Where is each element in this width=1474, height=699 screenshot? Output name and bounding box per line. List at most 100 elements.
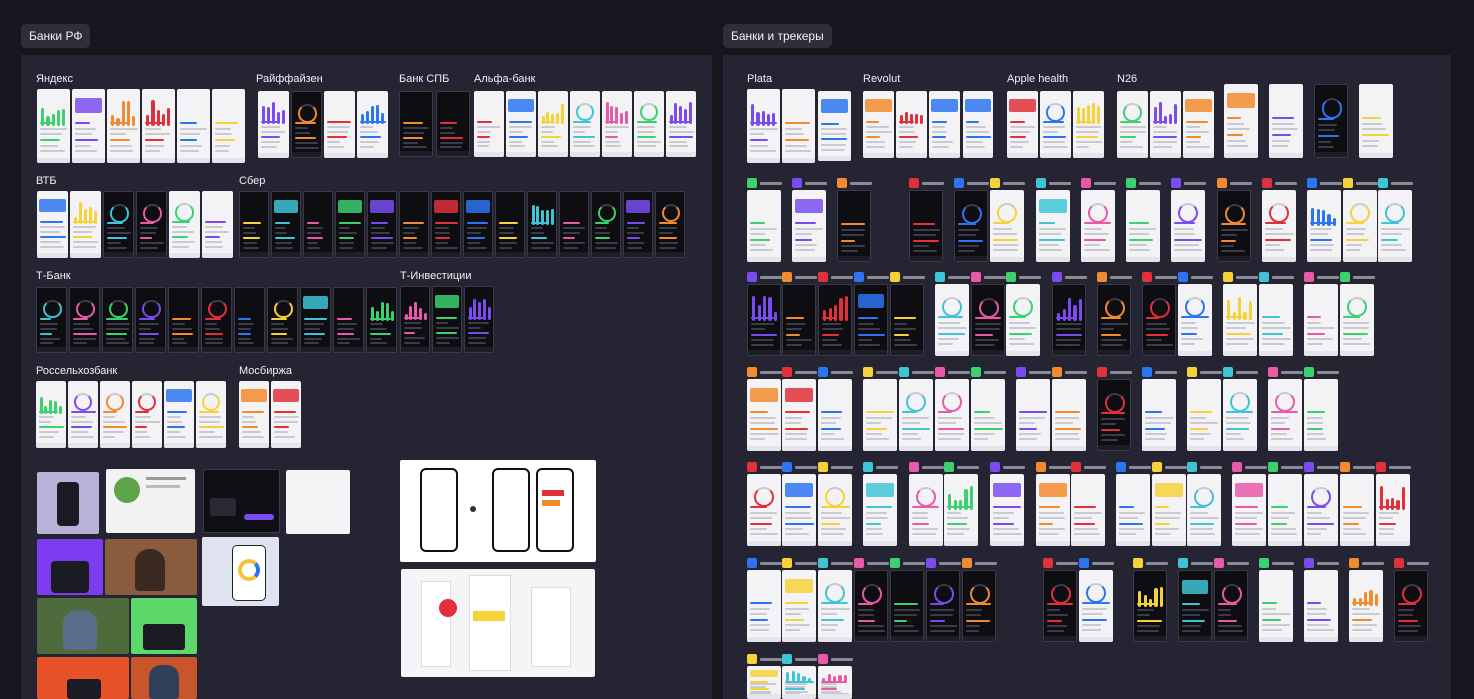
screen-thumbnail[interactable] [1217, 190, 1251, 262]
screen-thumbnail[interactable] [1304, 474, 1338, 546]
screen-thumbnail[interactable] [1133, 570, 1167, 642]
screen-thumbnail[interactable] [1036, 474, 1070, 546]
screen-thumbnail[interactable] [559, 191, 589, 258]
screen-thumbnail[interactable] [782, 284, 816, 356]
screen-thumbnail[interactable] [1126, 190, 1160, 262]
screen-thumbnail[interactable] [666, 91, 696, 157]
screen-thumbnail[interactable] [538, 91, 568, 157]
screen-thumbnail[interactable] [792, 190, 826, 262]
screen-thumbnail[interactable] [239, 381, 269, 448]
screen-thumbnail[interactable] [333, 287, 364, 353]
screen-thumbnail[interactable] [168, 287, 199, 353]
screen-thumbnail[interactable] [1232, 474, 1266, 546]
screen-thumbnail[interactable] [963, 91, 993, 158]
screen-thumbnail[interactable] [818, 474, 852, 546]
screen-thumbnail[interactable] [896, 91, 927, 158]
screen-thumbnail[interactable] [591, 191, 621, 258]
screen-thumbnail[interactable] [132, 381, 162, 448]
screen-thumbnail[interactable] [747, 474, 781, 546]
screen-thumbnail[interactable] [1343, 190, 1377, 262]
screen-thumbnail[interactable] [1224, 84, 1258, 158]
screen-thumbnail[interactable] [962, 570, 996, 642]
screen-thumbnail[interactable] [782, 570, 816, 642]
screen-thumbnail[interactable] [909, 190, 943, 262]
screen-thumbnail[interactable] [1081, 190, 1115, 262]
screen-thumbnail[interactable] [890, 284, 924, 356]
screen-thumbnail[interactable] [899, 379, 933, 451]
screen-thumbnail[interactable] [196, 381, 226, 448]
promo-card-dark-phone[interactable] [203, 469, 280, 533]
screen-thumbnail[interactable] [1214, 570, 1248, 642]
screen-thumbnail[interactable] [37, 89, 70, 163]
screen-thumbnail[interactable] [431, 191, 461, 258]
screen-thumbnail[interactable] [1097, 379, 1131, 451]
screen-thumbnail[interactable] [169, 191, 200, 258]
presentation-flow[interactable] [401, 569, 595, 677]
frame-label-banks-trackers[interactable]: Банки и трекеры [723, 24, 832, 48]
screen-thumbnail[interactable] [506, 91, 536, 157]
screen-thumbnail[interactable] [72, 89, 105, 163]
screen-thumbnail[interactable] [818, 666, 852, 699]
screen-thumbnail[interactable] [36, 381, 66, 448]
screen-thumbnail[interactable] [1359, 84, 1393, 158]
screen-thumbnail[interactable] [971, 379, 1005, 451]
screen-thumbnail[interactable] [890, 570, 924, 642]
screen-thumbnail[interactable] [271, 191, 301, 258]
screen-thumbnail[interactable] [1262, 190, 1296, 262]
screen-thumbnail[interactable] [107, 89, 140, 163]
screen-thumbnail[interactable] [234, 287, 265, 353]
screen-thumbnail[interactable] [854, 284, 888, 356]
screen-thumbnail[interactable] [1052, 379, 1086, 451]
screen-thumbnail[interactable] [623, 191, 653, 258]
frame-label-banks-ru[interactable]: Банки РФ [21, 24, 91, 48]
screen-thumbnail[interactable] [135, 287, 166, 353]
screen-thumbnail[interactable] [926, 570, 960, 642]
screen-thumbnail[interactable] [70, 191, 101, 258]
screen-thumbnail[interactable] [1307, 190, 1341, 262]
screen-thumbnail[interactable] [1073, 91, 1104, 158]
screen-thumbnail[interactable] [1259, 284, 1293, 356]
screen-thumbnail[interactable] [177, 89, 210, 163]
screen-thumbnail[interactable] [1171, 190, 1205, 262]
screen-thumbnail[interactable] [782, 379, 816, 451]
screen-thumbnail[interactable] [1304, 570, 1338, 642]
screen-thumbnail[interactable] [164, 381, 194, 448]
screen-thumbnail[interactable] [1268, 474, 1302, 546]
screen-thumbnail[interactable] [782, 89, 815, 163]
screen-thumbnail[interactable] [258, 91, 289, 158]
promo-card-photo-woman[interactable] [105, 539, 197, 595]
promo-card-donut[interactable] [202, 537, 279, 606]
screen-thumbnail[interactable] [527, 191, 557, 258]
screen-thumbnail[interactable] [1006, 284, 1040, 356]
screen-thumbnail[interactable] [747, 570, 781, 642]
screen-thumbnail[interactable] [474, 91, 504, 157]
screen-thumbnail[interactable] [367, 191, 397, 258]
screen-thumbnail[interactable] [136, 191, 167, 258]
presentation-phones[interactable] [400, 460, 596, 562]
screen-thumbnail[interactable] [747, 89, 780, 163]
screen-thumbnail[interactable] [142, 89, 175, 163]
screen-thumbnail[interactable] [837, 190, 871, 262]
screen-thumbnail[interactable] [1394, 570, 1428, 642]
screen-thumbnail[interactable] [1071, 474, 1105, 546]
screen-thumbnail[interactable] [854, 570, 888, 642]
screen-thumbnail[interactable] [103, 191, 134, 258]
screen-thumbnail[interactable] [100, 381, 130, 448]
screen-thumbnail[interactable] [239, 191, 269, 258]
screen-thumbnail[interactable] [1376, 474, 1410, 546]
screen-thumbnail[interactable] [1269, 84, 1303, 158]
screen-thumbnail[interactable] [1304, 379, 1338, 451]
screen-thumbnail[interactable] [863, 474, 897, 546]
screen-thumbnail[interactable] [300, 287, 331, 353]
screen-thumbnail[interactable] [929, 91, 960, 158]
screen-thumbnail[interactable] [69, 287, 100, 353]
screen-thumbnail[interactable] [747, 190, 781, 262]
promo-card-plant[interactable] [106, 469, 195, 533]
screen-thumbnail[interactable] [1314, 84, 1348, 158]
screen-thumbnail[interactable] [271, 381, 301, 448]
screen-thumbnail[interactable] [1378, 190, 1412, 262]
screen-thumbnail[interactable] [324, 91, 355, 158]
screen-thumbnail[interactable] [818, 284, 852, 356]
screen-thumbnail[interactable] [432, 286, 462, 353]
promo-card-subscription-orange[interactable] [37, 657, 129, 699]
